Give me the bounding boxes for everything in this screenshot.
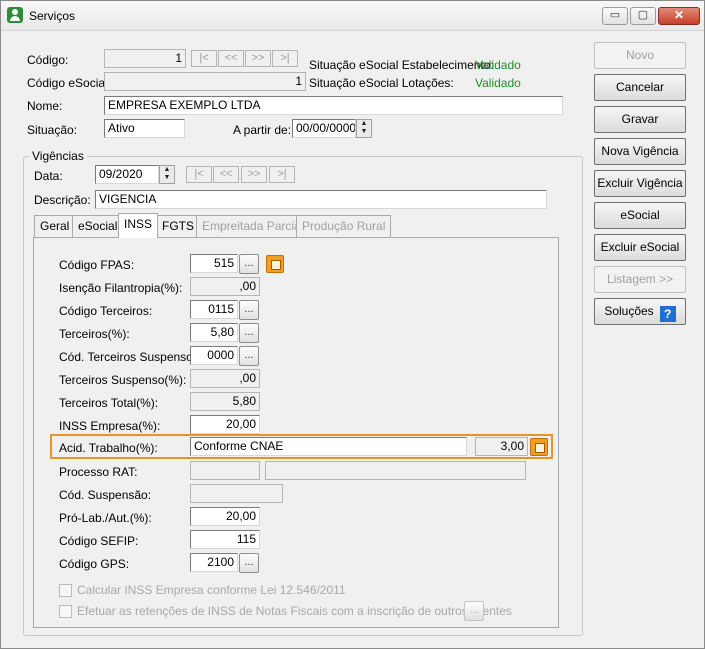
situacao-esocial-lotacoes-label: Situação eSocial Lotações: xyxy=(309,76,454,90)
pro-lab-input[interactable]: 20,00 xyxy=(190,507,260,526)
isencao-filantropia-label: Isenção Filantropia(%): xyxy=(59,281,183,295)
terceiros-suspenso-label: Terceiros Suspenso(%): xyxy=(59,373,187,387)
processo-rat-field xyxy=(190,461,260,480)
isencao-filantropia-field: ,00 xyxy=(190,277,260,296)
codigo-gps-label: Código GPS: xyxy=(59,557,130,571)
codigo-esocial-field: 1 xyxy=(104,72,306,91)
acid-trabalho-select[interactable]: Conforme CNAE xyxy=(190,437,467,456)
codigo-gps-input[interactable]: 2100 xyxy=(190,553,238,572)
codigo-last-button[interactable]: >| xyxy=(272,50,298,67)
codigo-terceiros-lookup-button[interactable]: ... xyxy=(239,300,259,320)
cod-suspensao-field xyxy=(190,484,283,503)
calcular-inss-lei-label: Calcular INSS Empresa conforme Lei 12.54… xyxy=(77,583,346,597)
title-bar: Serviços ▭ ▢ ✕ xyxy=(1,1,704,31)
vigencia-first-button[interactable]: |< xyxy=(186,166,212,183)
tab-producao-rural[interactable]: Produção Rural xyxy=(296,215,392,237)
tab-inss[interactable]: INSS xyxy=(118,213,159,238)
cod-suspensao-label: Cód. Suspensão: xyxy=(59,488,152,502)
excluir-vigencia-button[interactable]: Excluir Vigência xyxy=(594,170,686,197)
vigencias-group-title: Vigências xyxy=(29,149,87,163)
nome-input[interactable]: EMPRESA EXEMPLO LTDA xyxy=(104,96,563,115)
listagem-button[interactable]: Listagem >> xyxy=(594,266,686,293)
codigo-terceiros-label: Código Terceiros: xyxy=(59,304,153,318)
codigo-label: Código: xyxy=(27,53,69,67)
processo-rat-description xyxy=(265,461,526,480)
acid-trabalho-detail-icon[interactable] xyxy=(530,438,548,456)
acid-trabalho-value: 3,00 xyxy=(475,437,528,456)
excluir-esocial-button[interactable]: Excluir eSocial xyxy=(594,234,686,261)
servicos-window: Serviços ▭ ▢ ✕ Código: 1 |< << >> >| Sit… xyxy=(0,0,705,649)
inss-empresa-input[interactable]: 20,00 xyxy=(190,415,260,434)
terceiros-total-field: 5,80 xyxy=(190,392,260,411)
minimize-button[interactable]: ▭ xyxy=(602,7,628,25)
tab-esocial[interactable]: eSocial xyxy=(72,215,124,237)
terceiros-suspenso-field: ,00 xyxy=(190,369,260,388)
situacao-esocial-estabelecimento-label: Situação eSocial Estabelecimento: xyxy=(309,58,494,72)
descricao-label: Descrição: xyxy=(34,193,91,207)
codigo-sefip-input[interactable]: 115 xyxy=(190,530,260,549)
cod-terceiros-suspenso-input[interactable]: 0000 xyxy=(190,346,238,365)
inss-empresa-label: INSS Empresa(%): xyxy=(59,419,161,433)
data-input[interactable]: 09/2020 xyxy=(95,165,159,184)
nome-label: Nome: xyxy=(27,99,63,113)
situacao-label: Situação: xyxy=(27,123,78,137)
vigencia-last-button[interactable]: >| xyxy=(269,166,295,183)
window-title: Serviços xyxy=(29,9,76,23)
solucoes-label: Soluções xyxy=(604,304,654,318)
codigo-prev-button[interactable]: << xyxy=(218,50,244,67)
terceiros-lookup-button[interactable]: ... xyxy=(239,323,259,343)
codigo-fpas-label: Código FPAS: xyxy=(59,258,135,272)
terceiros-input[interactable]: 5,80 xyxy=(190,323,238,342)
help-icon: ? xyxy=(659,306,676,322)
data-label: Data: xyxy=(34,169,63,183)
cancelar-button[interactable]: Cancelar xyxy=(594,74,686,101)
calcular-inss-lei-checkbox[interactable] xyxy=(59,584,72,597)
vigencia-next-button[interactable]: >> xyxy=(241,166,267,183)
terceiros-total-label: Terceiros Total(%): xyxy=(59,396,159,410)
descricao-input[interactable]: VIGENCIA xyxy=(95,190,547,209)
situacao-esocial-lotacoes-value: Validado xyxy=(475,76,521,90)
codigo-gps-lookup-button[interactable]: ... xyxy=(239,553,259,573)
efetuar-retencoes-lookup-button[interactable]: ... xyxy=(464,601,484,621)
codigo-fpas-input[interactable]: 515 xyxy=(190,254,238,273)
a-partir-de-input[interactable]: 00/00/0000 xyxy=(292,119,356,138)
codigo-esocial-label: Código eSocial: xyxy=(27,76,112,90)
processo-rat-label: Processo RAT: xyxy=(59,465,138,479)
efetuar-retencoes-label: Efetuar as retenções de INSS de Notas Fi… xyxy=(77,604,512,618)
vigencia-prev-button[interactable]: << xyxy=(213,166,239,183)
app-user-icon xyxy=(7,7,23,23)
gravar-button[interactable]: Gravar xyxy=(594,106,686,133)
maximize-button[interactable]: ▢ xyxy=(630,7,656,25)
cod-terceiros-suspenso-lookup-button[interactable]: ... xyxy=(239,346,259,366)
codigo-fpas-detail-icon[interactable] xyxy=(266,255,284,273)
a-partir-de-label: A partir de: xyxy=(233,123,292,137)
codigo-first-button[interactable]: |< xyxy=(191,50,217,67)
tab-fgts[interactable]: FGTS xyxy=(156,215,200,237)
terceiros-label: Terceiros(%): xyxy=(59,327,130,341)
pro-lab-label: Pró-Lab./Aut.(%): xyxy=(59,511,152,525)
situacao-esocial-estabelecimento-value: Validado xyxy=(475,58,521,72)
a-partir-de-spinner[interactable]: ▲ ▼ xyxy=(356,119,372,138)
codigo-sefip-label: Código SEFIP: xyxy=(59,534,139,548)
acid-trabalho-label: Acid. Trabalho(%): xyxy=(59,441,158,455)
codigo-terceiros-input[interactable]: 0115 xyxy=(190,300,238,319)
tab-empreitada-parcial[interactable]: Empreitada Parcial xyxy=(196,215,310,237)
close-button[interactable]: ✕ xyxy=(658,7,700,25)
solucoes-button[interactable]: Soluções? xyxy=(594,298,686,325)
nova-vigencia-button[interactable]: Nova Vigência xyxy=(594,138,686,165)
data-spinner[interactable]: ▲ ▼ xyxy=(159,165,175,184)
cod-terceiros-suspenso-label: Cód. Terceiros Suspenso: xyxy=(59,350,197,364)
codigo-field: 1 xyxy=(104,49,186,68)
codigo-fpas-lookup-button[interactable]: ... xyxy=(239,254,259,274)
efetuar-retencoes-checkbox[interactable] xyxy=(59,605,72,618)
esocial-button[interactable]: eSocial xyxy=(594,202,686,229)
situacao-input[interactable]: Ativo xyxy=(104,119,185,138)
codigo-next-button[interactable]: >> xyxy=(245,50,271,67)
novo-button[interactable]: Novo xyxy=(594,42,686,69)
tab-geral[interactable]: Geral xyxy=(34,215,76,237)
